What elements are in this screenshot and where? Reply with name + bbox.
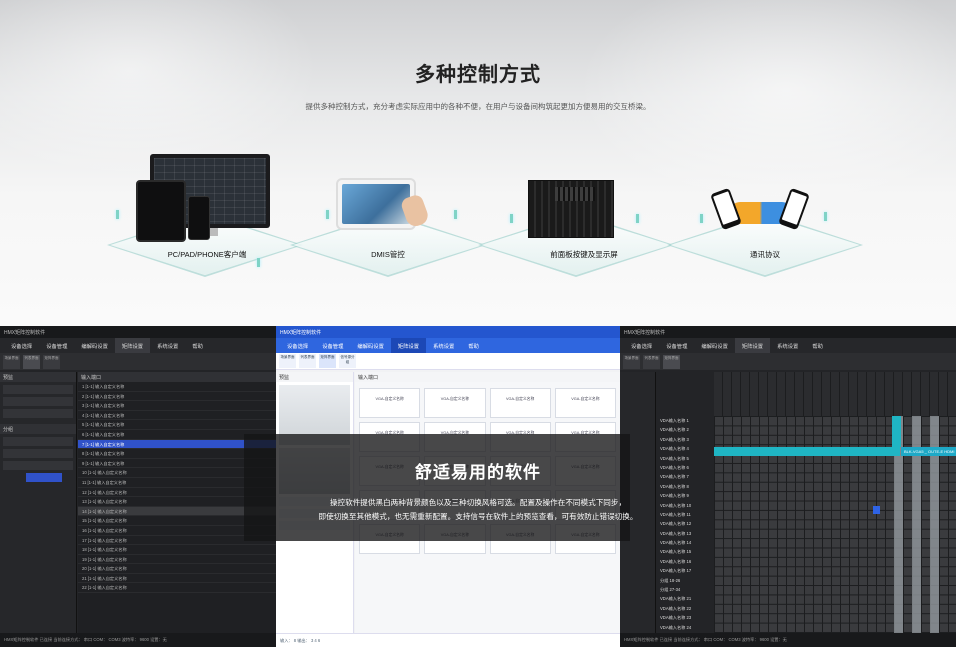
- window-title: HMX矩阵控制软件: [276, 326, 620, 338]
- menu-item[interactable]: 设备管理: [39, 338, 74, 353]
- menu-item[interactable]: 系统设置: [770, 338, 805, 353]
- preview-title: 预监: [0, 372, 76, 382]
- tool-matrix[interactable]: 矩阵界面: [663, 354, 680, 369]
- list-item[interactable]: 18 [1-1] 输入自定义名称: [78, 545, 276, 555]
- menu-item-active[interactable]: 矩阵设置: [390, 338, 427, 353]
- menu-item-active[interactable]: 矩阵设置: [734, 338, 771, 353]
- menu-item[interactable]: 帮助: [461, 338, 486, 353]
- menu-item[interactable]: 帮助: [185, 338, 210, 353]
- menu-bar: 设备选择 设备管理 编解码设置 矩阵设置 系统设置 帮助: [276, 338, 620, 353]
- preview-title: 预监: [276, 372, 353, 382]
- tool-matrix[interactable]: 矩阵界面: [43, 354, 60, 369]
- tool-list[interactable]: 列表界面: [299, 354, 316, 368]
- matrix-column-header: [714, 372, 956, 416]
- tool-scene[interactable]: 场景界面: [3, 354, 20, 369]
- menu-bar: 设备选择 设备管理 编解码设置 矩阵设置 系统设置 帮助: [0, 338, 276, 353]
- tool-list[interactable]: 列表界面: [643, 354, 660, 369]
- menu-item[interactable]: 编解码设置: [350, 338, 391, 353]
- list-item[interactable]: 4 [1-1] 输入自定义名称: [78, 411, 276, 421]
- glow-marker: [326, 210, 329, 219]
- phone-image: [188, 196, 210, 240]
- list-item[interactable]: 19 [1-1] 输入自定义名称: [78, 555, 276, 565]
- card-label: VGA-自定义名称: [505, 397, 535, 401]
- menu-item[interactable]: 设备选择: [280, 338, 315, 353]
- glow-marker: [257, 258, 260, 267]
- window-title: HMX矩阵控制软件: [0, 326, 276, 338]
- menu-item[interactable]: 设备选择: [624, 338, 659, 353]
- menu-item[interactable]: 编解码设置: [694, 338, 735, 353]
- glow-marker: [116, 210, 119, 219]
- list-item[interactable]: 2 [1-1] 输入自定义名称: [78, 392, 276, 402]
- card-label: VGA-自定义名称: [375, 397, 404, 401]
- menu-item[interactable]: 系统设置: [150, 338, 185, 353]
- app-screenshot-dark-matrix: HMX矩阵控制软件 设备选择 设备管理 编解码设置 矩阵设置 系统设置 帮助 场…: [620, 326, 956, 647]
- software-caption-overlay: [244, 434, 630, 541]
- glow-marker: [454, 210, 457, 219]
- list-item[interactable]: 21 [1-1] 输入自定义名称: [78, 574, 276, 584]
- input-list-title: 输入端口: [78, 372, 276, 382]
- tool-source-group[interactable]: 信号源分组: [339, 354, 356, 368]
- list-item[interactable]: 1 [1-1] 输入自定义名称: [78, 382, 276, 392]
- matrix-chassis-image: [528, 180, 614, 238]
- glow-marker: [636, 214, 639, 223]
- software-title: 舒适易用的软件: [415, 463, 541, 482]
- glow-marker: [700, 214, 703, 223]
- control-methods-section: 多种控制方式 提供多种控制方式，充分考虑实际应用中的各种不便，在用户与设备间构筑…: [0, 0, 956, 326]
- card-label: VGA-自定义名称: [440, 397, 470, 401]
- toolbar: 场景界面 列表界面 矩阵界面: [0, 353, 276, 370]
- signal-tag: BLK-VGA5 _ OUTE-E HDMI: [901, 447, 956, 456]
- menu-item[interactable]: 编解码设置: [74, 338, 115, 353]
- section-subtitle: 提供多种控制方式，充分考虑实际应用中的各种不便，在用户与设备间构筑起更加方便易用…: [305, 102, 651, 111]
- glow-marker: [510, 214, 513, 223]
- toolbar: 场景界面 列表界面 矩阵界面 信号源分组: [276, 353, 620, 370]
- method-label-protocol: 通讯协议: [750, 250, 780, 259]
- group-title: 分组: [0, 424, 76, 434]
- input-card[interactable]: VGA-自定义名称: [424, 388, 486, 418]
- list-item[interactable]: 5 [1-1] 输入自定义名称: [78, 420, 276, 430]
- status-bar: 输入： 8 输出： 3 4 6: [276, 633, 620, 647]
- input-card[interactable]: VGA-自定义名称: [489, 388, 551, 418]
- matrix-row-highlight: [714, 447, 900, 456]
- software-desc-line-1: 操控软件提供黑白两种背景颜色以及三种切换风格可选。配置及操作在不同模式下同步，: [329, 498, 627, 507]
- tool-list[interactable]: 列表界面: [23, 354, 40, 369]
- section-title: 多种控制方式: [415, 64, 541, 86]
- menu-item[interactable]: 系统设置: [426, 338, 461, 353]
- input-list-title: 输入端口: [355, 372, 620, 382]
- menu-item[interactable]: 帮助: [805, 338, 830, 353]
- toolbar: 场景界面 列表界面 矩阵界面: [620, 353, 956, 370]
- tool-scene[interactable]: 场景界面: [279, 354, 296, 368]
- window-title: HMX矩阵控制软件: [620, 326, 956, 338]
- menu-item[interactable]: 设备选择: [4, 338, 39, 353]
- input-card[interactable]: VGA-自定义名称: [359, 388, 421, 418]
- method-label-dmis: DMIS管控: [371, 250, 405, 259]
- status-bar: HMX矩阵控制软件 已连接 当前连接方式： 串口 COM： COM3 波特率： …: [0, 633, 276, 647]
- menu-item[interactable]: 设备管理: [315, 338, 350, 353]
- input-card[interactable]: VGA-自定义名称: [554, 388, 616, 418]
- list-item[interactable]: 3 [1-1] 输入自定义名称: [78, 401, 276, 411]
- tablet-image: [136, 180, 186, 242]
- status-bar: HMX矩阵控制软件 已连接 当前连接方式： 串口 COM： COM3 波特率： …: [620, 633, 956, 647]
- list-item[interactable]: 22 [1-1] 输入自定义名称: [78, 583, 276, 594]
- software-desc-line-2: 即使切换至其他模式，也无需重新配置。支持信号在软件上的预览查看，可有效防止错误切…: [318, 512, 638, 521]
- tool-matrix[interactable]: 矩阵界面: [319, 354, 336, 368]
- menu-item[interactable]: 设备管理: [659, 338, 694, 353]
- menu-item-active[interactable]: 矩阵设置: [114, 338, 151, 353]
- method-label-pc: PC/PAD/PHONE客户端: [167, 250, 247, 259]
- list-item[interactable]: 20 [1-1] 输入自定义名称: [78, 564, 276, 574]
- page: 多种控制方式 提供多种控制方式，充分考虑实际应用中的各种不便，在用户与设备间构筑…: [0, 0, 956, 647]
- glow-marker: [824, 212, 827, 221]
- menu-bar: 设备选择 设备管理 编解码设置 矩阵设置 系统设置 帮助: [620, 338, 956, 353]
- card-label: VGA-自定义名称: [571, 397, 600, 401]
- method-label-front-panel: 前面板按键及显示屏: [550, 250, 618, 259]
- app-screenshot-dark-list: HMX矩阵控制软件 设备选择 设备管理 编解码设置 矩阵设置 系统设置 帮助 场…: [0, 326, 276, 647]
- matrix-col-highlight: [892, 416, 901, 447]
- tool-scene[interactable]: 场景界面: [623, 354, 640, 369]
